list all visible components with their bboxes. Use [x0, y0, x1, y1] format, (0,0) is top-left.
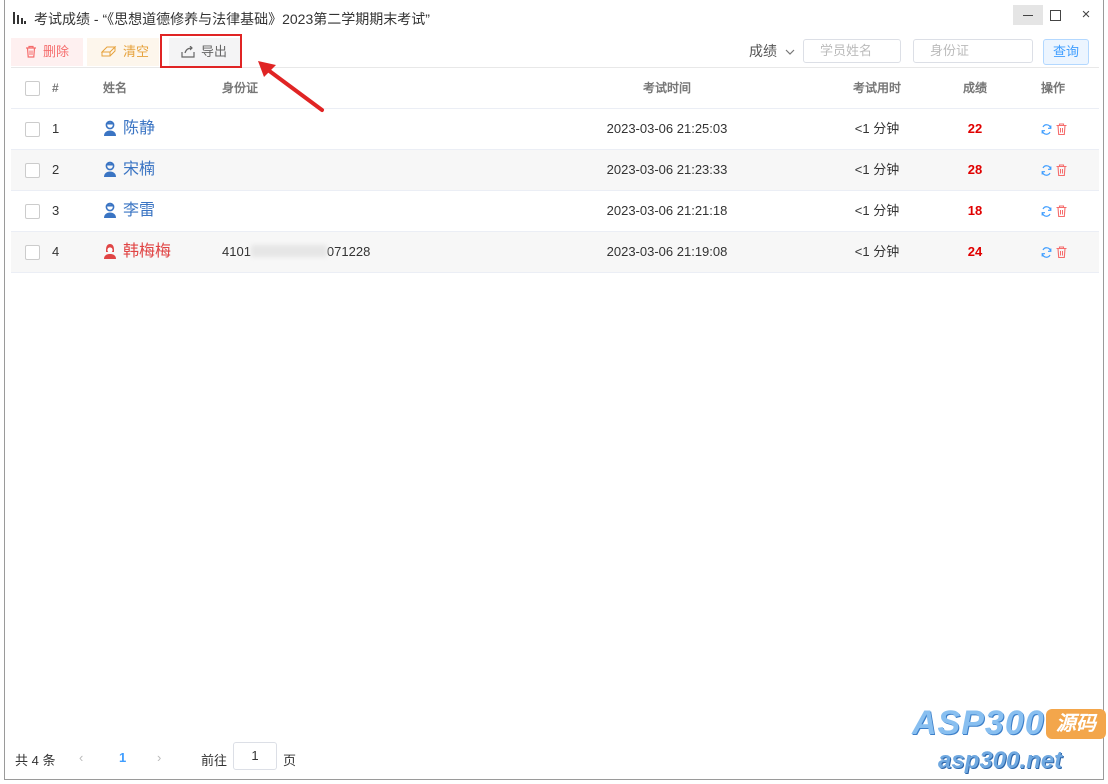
row-actions	[1041, 191, 1071, 231]
export-highlight-box	[160, 34, 242, 68]
sort-select-value: 成绩	[749, 43, 777, 59]
header-time: 考试时间	[642, 81, 691, 95]
table-row: 2 宋楠 2023-03-06 21:23:33 <1 分钟 28	[11, 150, 1099, 191]
watermark: ASP300 源码 asp300.net	[912, 704, 1108, 780]
chevron-down-icon	[785, 49, 795, 55]
goto-label: 前往	[201, 753, 228, 768]
table-row: 1 陈静 2023-03-06 21:25:03 <1 分钟 22	[11, 109, 1099, 150]
id-card-prefix: 4101	[222, 244, 251, 259]
student-name-text: 韩梅梅	[123, 243, 172, 260]
exam-time: 2023-03-06 21:21:18	[606, 203, 728, 218]
trash-icon[interactable]	[1056, 164, 1067, 177]
exam-time: 2023-03-06 21:23:33	[606, 162, 728, 177]
student-name-text: 宋楠	[123, 161, 156, 178]
row-index: 3	[52, 203, 60, 218]
exam-duration: <1 分钟	[854, 162, 900, 177]
title-bar: 考试成绩 - “《思想道德修养与法律基础》2023第二学期期末考试” ×	[5, 0, 1103, 34]
eraser-icon	[100, 45, 117, 57]
female-user-icon	[104, 244, 116, 259]
exam-score: 22	[967, 121, 983, 136]
clear-label: 清空	[123, 44, 150, 59]
header-index: #	[52, 81, 59, 95]
male-user-icon	[104, 120, 116, 136]
exam-duration: <1 分钟	[854, 121, 900, 136]
refresh-icon[interactable]	[1041, 247, 1052, 258]
student-name[interactable]: 李雷	[103, 191, 155, 231]
header-name: 姓名	[103, 81, 128, 95]
id-card-suffix: 071228	[326, 244, 371, 259]
table-row: 4 韩梅梅 4101 071228 2023-03-06 21:19:08 <1 分钟 24	[11, 232, 1099, 273]
student-name-input[interactable]: 学员姓名	[803, 39, 901, 63]
exam-results-window: 考试成绩 - “《思想道德修养与法律基础》2023第二学期期末考试” × 删除 …	[4, 0, 1104, 780]
next-page-button[interactable]: ›	[157, 750, 161, 765]
clear-button[interactable]: 清空	[87, 38, 159, 66]
table-header: # 姓名 身份证 考试时间 考试用时 成绩 操作	[11, 68, 1099, 109]
id-card-input[interactable]: 身份证	[913, 39, 1033, 63]
row-checkbox[interactable]	[25, 245, 40, 260]
page-number-current[interactable]: 1	[119, 750, 126, 765]
row-checkbox[interactable]	[25, 163, 40, 178]
select-all-checkbox[interactable]	[25, 81, 40, 96]
sort-select[interactable]: 成绩	[749, 41, 795, 61]
delete-button[interactable]: 删除	[11, 38, 83, 66]
page-unit-label: 页	[283, 753, 297, 768]
goto-page-input[interactable]: 1	[233, 742, 277, 770]
exam-time: 2023-03-06 21:19:08	[606, 244, 728, 259]
student-name[interactable]: 陈静	[103, 109, 155, 149]
id-card-redaction	[250, 245, 327, 257]
exam-duration: <1 分钟	[854, 244, 900, 259]
male-user-icon	[104, 202, 116, 218]
window-title: 考试成绩 - “《思想道德修养与法律基础》2023第二学期期末考试”	[34, 11, 430, 27]
trash-icon	[26, 45, 36, 58]
results-table: # 姓名 身份证 考试时间 考试用时 成绩 操作 1 陈静 2023-03-06 2…	[11, 68, 1099, 273]
annotation-arrow-icon	[258, 61, 324, 112]
row-index: 2	[52, 162, 60, 177]
bar-chart-icon	[13, 12, 26, 24]
row-actions	[1041, 109, 1071, 149]
refresh-icon[interactable]	[1041, 165, 1052, 176]
watermark-url: asp300.net	[938, 747, 1063, 774]
delete-label: 删除	[43, 44, 70, 59]
trash-icon[interactable]	[1056, 246, 1067, 259]
id-card-number: 4101 071228	[222, 232, 370, 272]
table-row: 3 李雷 2023-03-06 21:21:18 <1 分钟 18	[11, 191, 1099, 232]
total-count: 共 4 条	[15, 753, 56, 768]
exam-score: 18	[967, 203, 983, 218]
row-index: 4	[52, 244, 60, 259]
header-score: 成绩	[962, 81, 987, 95]
exam-score: 28	[967, 162, 983, 177]
student-name[interactable]: 宋楠	[103, 150, 155, 190]
refresh-icon[interactable]	[1041, 124, 1052, 135]
trash-icon[interactable]	[1056, 123, 1067, 136]
header-ops: 操作	[1041, 81, 1066, 95]
refresh-icon[interactable]	[1041, 206, 1052, 217]
query-button[interactable]: 查询	[1043, 39, 1089, 65]
watermark-tag: 源码	[1046, 709, 1106, 739]
row-actions	[1041, 150, 1071, 190]
maximize-button[interactable]	[1040, 5, 1070, 25]
student-name[interactable]: 韩梅梅	[103, 232, 171, 272]
row-actions	[1041, 232, 1071, 272]
exam-score: 24	[967, 244, 983, 259]
prev-page-button[interactable]: ‹	[79, 750, 83, 765]
trash-icon[interactable]	[1056, 205, 1067, 218]
minimize-button[interactable]	[1013, 5, 1043, 25]
exam-duration: <1 分钟	[854, 203, 900, 218]
row-checkbox[interactable]	[25, 122, 40, 137]
student-name-text: 陈静	[123, 120, 156, 137]
student-name-text: 李雷	[123, 202, 156, 219]
watermark-brand: ASP300	[912, 704, 1045, 742]
header-duration: 考试用时	[852, 81, 901, 95]
row-index: 1	[52, 121, 60, 136]
close-button[interactable]: ×	[1071, 5, 1101, 25]
male-user-icon	[104, 161, 116, 177]
row-checkbox[interactable]	[25, 204, 40, 219]
exam-time: 2023-03-06 21:25:03	[606, 121, 728, 136]
